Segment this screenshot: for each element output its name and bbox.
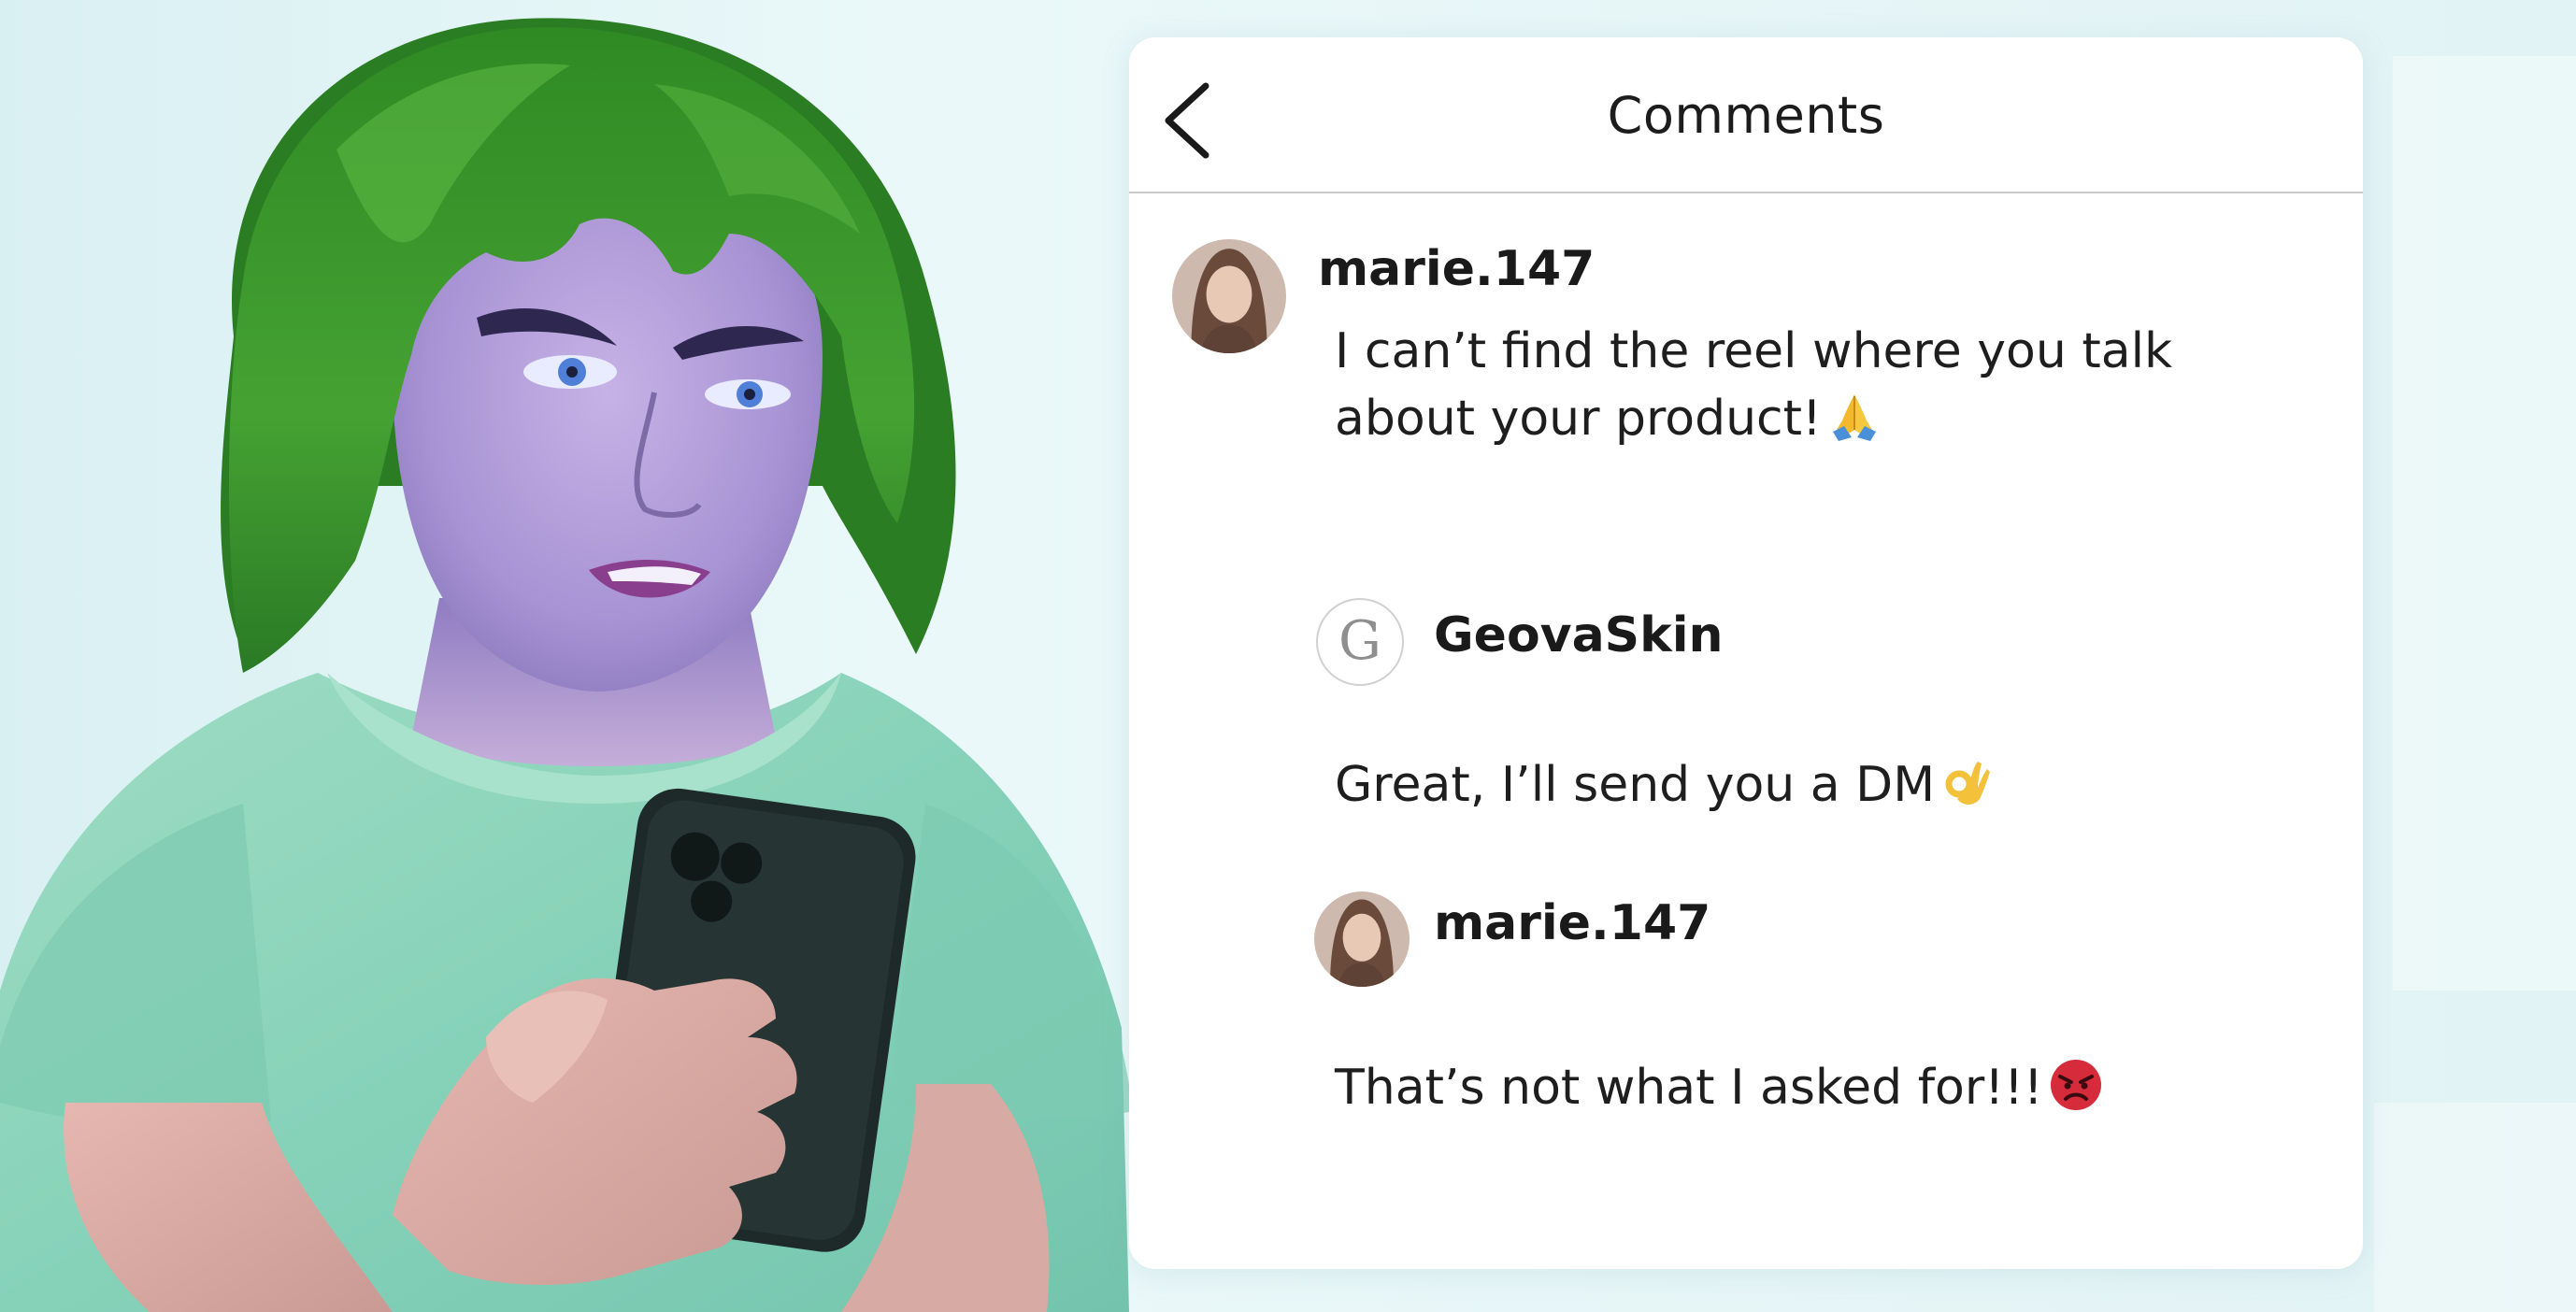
comment-username[interactable]: marie.147	[1318, 241, 1595, 297]
comment-text-line: about your product!	[1335, 391, 1822, 447]
comments-panel: Comments marie.147 I can’t find the reel…	[1129, 37, 2363, 1269]
folded-hands-emoji	[1827, 389, 1882, 443]
comment-username[interactable]: GeovaSkin	[1434, 607, 1724, 663]
comment-text: That’s not what I asked for!!!	[1335, 1054, 2103, 1121]
comment-text-line: That’s not what I asked for!!!	[1335, 1060, 2043, 1116]
page-title: Comments	[1607, 86, 1885, 145]
avatar[interactable]	[1172, 239, 1286, 353]
comment-text: Great, I’ll send you a DM	[1335, 751, 1993, 819]
comments-header: Comments	[1129, 37, 2363, 193]
comment-text-line: I can’t find the reel where you talk	[1335, 323, 2173, 379]
comment-username[interactable]: marie.147	[1434, 895, 1710, 951]
brand-avatar[interactable]: G	[1316, 598, 1404, 686]
brand-avatar-letter: G	[1338, 609, 1381, 672]
ok-hand-emoji	[1940, 756, 1993, 808]
comment-text: I can’t find the reel where you talk abo…	[1335, 318, 2172, 452]
angry-face-emoji	[2049, 1058, 2103, 1112]
comment-text-line: Great, I’ll send you a DM	[1335, 757, 1936, 813]
avatar[interactable]	[1314, 891, 1410, 987]
